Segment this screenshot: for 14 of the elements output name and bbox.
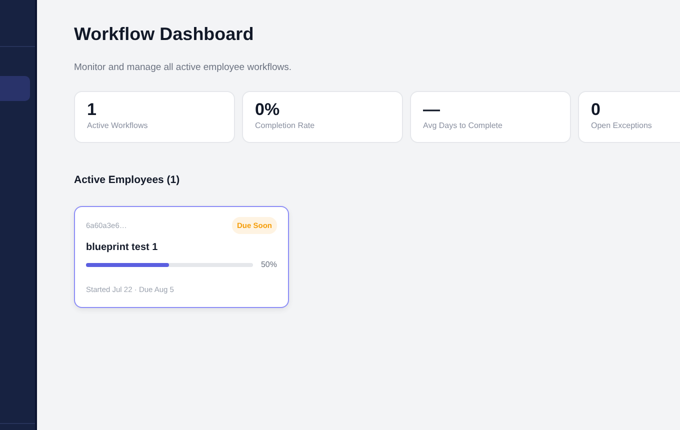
stat-label: Active Workflows: [87, 120, 149, 132]
stat-value: 0: [591, 100, 602, 120]
stat-label: Open Exceptions: [591, 120, 653, 132]
sidebar-item[interactable]: [0, 76, 30, 101]
stat-label: Completion Rate: [255, 120, 316, 132]
employee-name: blueprint test 1: [86, 241, 159, 256]
progress-percent: 50%: [260, 259, 277, 272]
stat-value: 0%: [255, 100, 281, 120]
stat-label: Avg Days to Complete: [423, 120, 504, 132]
stat-value: 1: [87, 100, 98, 120]
page-title: Workflow Dashboard: [74, 24, 255, 46]
section-title: Active Employees (1): [74, 173, 181, 188]
page-subtitle: Monitor and manage all active employee workflows.: [74, 60, 293, 75]
stat-value: —: [423, 100, 441, 120]
